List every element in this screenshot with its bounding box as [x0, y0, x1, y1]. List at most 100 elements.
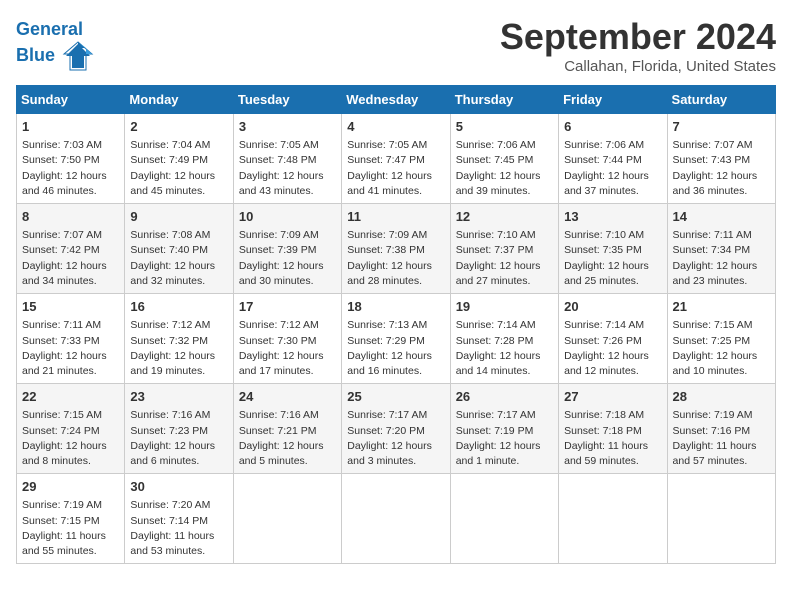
- calendar-row: 29 Sunrise: 7:19 AM Sunset: 7:15 PM Dayli…: [17, 474, 776, 564]
- table-row: 19 Sunrise: 7:14 AM Sunset: 7:28 PM Dayli…: [450, 294, 558, 384]
- day-info: Sunrise: 7:07 AM Sunset: 7:42 PM Dayligh…: [22, 228, 119, 289]
- table-row: 16Sunrise: 7:12 AM Sunset: 7:32 PM Dayli…: [125, 294, 233, 384]
- day-info: Sunrise: 7:10 AM Sunset: 7:37 PM Dayligh…: [456, 228, 553, 289]
- table-row: [559, 474, 667, 564]
- day-info: Sunrise: 7:05 AM Sunset: 7:48 PM Dayligh…: [239, 138, 336, 199]
- day-info: Sunrise: 7:04 AM Sunset: 7:49 PM Dayligh…: [130, 138, 227, 199]
- table-row: [233, 474, 341, 564]
- day-number: 27: [564, 388, 661, 406]
- table-row: 25 Sunrise: 7:17 AM Sunset: 7:20 PM Dayli…: [342, 384, 450, 474]
- day-number: 7: [673, 118, 770, 136]
- day-number: 2: [130, 118, 227, 136]
- table-row: 6 Sunrise: 7:06 AM Sunset: 7:44 PM Daylig…: [559, 114, 667, 204]
- day-info: Sunrise: 7:16 AM Sunset: 7:21 PM Dayligh…: [239, 408, 336, 469]
- day-info: Sunrise: 7:14 AM Sunset: 7:28 PM Dayligh…: [456, 318, 553, 379]
- col-saturday: Saturday: [667, 86, 775, 114]
- table-row: 3 Sunrise: 7:05 AM Sunset: 7:48 PM Daylig…: [233, 114, 341, 204]
- day-number: 4: [347, 118, 444, 136]
- day-info: Sunrise: 7:05 AM Sunset: 7:47 PM Dayligh…: [347, 138, 444, 199]
- day-number: 18: [347, 298, 444, 316]
- page-header: General Blue September 2024 Callahan, Fl…: [16, 16, 776, 75]
- day-number: 14: [673, 208, 770, 226]
- day-number: 30: [130, 478, 227, 496]
- calendar-row: 22 Sunrise: 7:15 AM Sunset: 7:24 PM Dayli…: [17, 384, 776, 474]
- table-row: 29 Sunrise: 7:19 AM Sunset: 7:15 PM Dayli…: [17, 474, 125, 564]
- day-number: 21: [673, 298, 770, 316]
- day-number: 3: [239, 118, 336, 136]
- day-number: 29: [22, 478, 119, 496]
- table-row: 27 Sunrise: 7:18 AM Sunset: 7:18 PM Dayli…: [559, 384, 667, 474]
- day-number: 22: [22, 388, 119, 406]
- calendar-row: 15 Sunrise: 7:11 AM Sunset: 7:33 PM Dayli…: [17, 294, 776, 384]
- col-wednesday: Wednesday: [342, 86, 450, 114]
- day-number: 28: [673, 388, 770, 406]
- table-row: 18 Sunrise: 7:13 AM Sunset: 7:29 PM Dayli…: [342, 294, 450, 384]
- day-info: Sunrise: 7:15 AM Sunset: 7:24 PM Dayligh…: [22, 408, 119, 469]
- table-row: 21 Sunrise: 7:15 AM Sunset: 7:25 PM Dayli…: [667, 294, 775, 384]
- day-number: 5: [456, 118, 553, 136]
- day-info: Sunrise: 7:06 AM Sunset: 7:44 PM Dayligh…: [564, 138, 661, 199]
- day-number: 6: [564, 118, 661, 136]
- day-info: Sunrise: 7:09 AM Sunset: 7:38 PM Dayligh…: [347, 228, 444, 289]
- day-info: Sunrise: 7:16 AM Sunset: 7:23 PM Dayligh…: [130, 408, 227, 469]
- day-info: Sunrise: 7:11 AM Sunset: 7:33 PM Dayligh…: [22, 318, 119, 379]
- table-row: [342, 474, 450, 564]
- col-sunday: Sunday: [17, 86, 125, 114]
- day-number: 13: [564, 208, 661, 226]
- table-row: 9 Sunrise: 7:08 AM Sunset: 7:40 PM Daylig…: [125, 204, 233, 294]
- table-row: 5Sunrise: 7:06 AM Sunset: 7:45 PM Daylig…: [450, 114, 558, 204]
- day-number: 25: [347, 388, 444, 406]
- table-row: 28 Sunrise: 7:19 AM Sunset: 7:16 PM Dayli…: [667, 384, 775, 474]
- calendar-row: 8 Sunrise: 7:07 AM Sunset: 7:42 PM Daylig…: [17, 204, 776, 294]
- day-number: 24: [239, 388, 336, 406]
- table-row: [450, 474, 558, 564]
- table-row: 22 Sunrise: 7:15 AM Sunset: 7:24 PM Dayli…: [17, 384, 125, 474]
- day-info: Sunrise: 7:17 AM Sunset: 7:19 PM Dayligh…: [456, 408, 553, 469]
- calendar-row: 1 Sunrise: 7:03 AM Sunset: 7:50 PM Daylig…: [17, 114, 776, 204]
- table-row: 1 Sunrise: 7:03 AM Sunset: 7:50 PM Daylig…: [17, 114, 125, 204]
- table-row: [667, 474, 775, 564]
- col-friday: Friday: [559, 86, 667, 114]
- day-number: 20: [564, 298, 661, 316]
- table-row: 10Sunrise: 7:09 AM Sunset: 7:39 PM Dayli…: [233, 204, 341, 294]
- day-number: 23: [130, 388, 227, 406]
- day-info: Sunrise: 7:17 AM Sunset: 7:20 PM Dayligh…: [347, 408, 444, 469]
- calendar-table: Sunday Monday Tuesday Wednesday Thursday…: [16, 85, 776, 564]
- day-number: 8: [22, 208, 119, 226]
- day-number: 17: [239, 298, 336, 316]
- day-number: 19: [456, 298, 553, 316]
- day-info: Sunrise: 7:18 AM Sunset: 7:18 PM Dayligh…: [564, 408, 661, 469]
- day-info: Sunrise: 7:14 AM Sunset: 7:26 PM Dayligh…: [564, 318, 661, 379]
- col-monday: Monday: [125, 86, 233, 114]
- day-number: 12: [456, 208, 553, 226]
- day-info: Sunrise: 7:13 AM Sunset: 7:29 PM Dayligh…: [347, 318, 444, 379]
- day-info: Sunrise: 7:19 AM Sunset: 7:16 PM Dayligh…: [673, 408, 770, 469]
- col-tuesday: Tuesday: [233, 86, 341, 114]
- day-info: Sunrise: 7:12 AM Sunset: 7:32 PM Dayligh…: [130, 318, 227, 379]
- table-row: 13Sunrise: 7:10 AM Sunset: 7:35 PM Dayli…: [559, 204, 667, 294]
- table-row: 30Sunrise: 7:20 AM Sunset: 7:14 PM Dayli…: [125, 474, 233, 564]
- day-number: 1: [22, 118, 119, 136]
- day-info: Sunrise: 7:09 AM Sunset: 7:39 PM Dayligh…: [239, 228, 336, 289]
- table-row: 14 Sunrise: 7:11 AM Sunset: 7:34 PM Dayli…: [667, 204, 775, 294]
- col-thursday: Thursday: [450, 86, 558, 114]
- location: Callahan, Florida, United States: [500, 58, 776, 75]
- calendar-header: Sunday Monday Tuesday Wednesday Thursday…: [17, 86, 776, 114]
- table-row: 8 Sunrise: 7:07 AM Sunset: 7:42 PM Daylig…: [17, 204, 125, 294]
- day-info: Sunrise: 7:11 AM Sunset: 7:34 PM Dayligh…: [673, 228, 770, 289]
- day-info: Sunrise: 7:08 AM Sunset: 7:40 PM Dayligh…: [130, 228, 227, 289]
- logo-blue: Blue: [16, 45, 55, 65]
- calendar-body: 1 Sunrise: 7:03 AM Sunset: 7:50 PM Daylig…: [17, 114, 776, 564]
- table-row: 12 Sunrise: 7:10 AM Sunset: 7:37 PM Dayli…: [450, 204, 558, 294]
- logo-general: General: [16, 19, 83, 39]
- day-info: Sunrise: 7:15 AM Sunset: 7:25 PM Dayligh…: [673, 318, 770, 379]
- day-info: Sunrise: 7:03 AM Sunset: 7:50 PM Dayligh…: [22, 138, 119, 199]
- table-row: 2 Sunrise: 7:04 AM Sunset: 7:49 PM Daylig…: [125, 114, 233, 204]
- table-row: 24 Sunrise: 7:16 AM Sunset: 7:21 PM Dayli…: [233, 384, 341, 474]
- day-number: 9: [130, 208, 227, 226]
- title-block: September 2024 Callahan, Florida, United…: [500, 16, 776, 75]
- day-number: 15: [22, 298, 119, 316]
- header-row: Sunday Monday Tuesday Wednesday Thursday…: [17, 86, 776, 114]
- table-row: 17Sunrise: 7:12 AM Sunset: 7:30 PM Dayli…: [233, 294, 341, 384]
- day-info: Sunrise: 7:19 AM Sunset: 7:15 PM Dayligh…: [22, 498, 119, 559]
